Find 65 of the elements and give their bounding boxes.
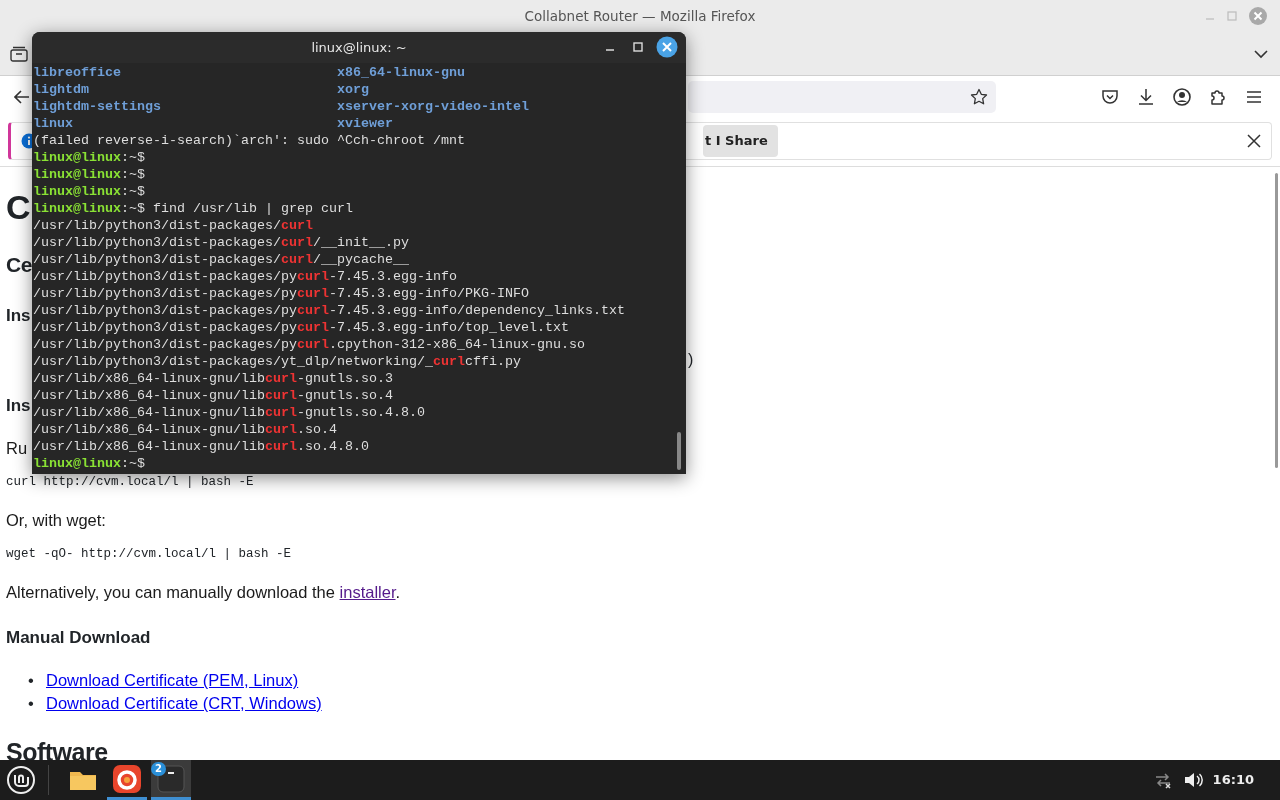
terminal-line: /usr/lib/python3/dist-packages/pycurl.cpython-312-x86_64-linux-gnu.so bbox=[33, 336, 586, 353]
directory-name: xserver-xorg-video-intel bbox=[337, 98, 530, 115]
code-line: curl http://cvm.local/l | bash -E bbox=[6, 475, 254, 489]
terminal-line: linux@linux:~$ bbox=[33, 166, 146, 183]
close-icon[interactable] bbox=[656, 36, 678, 58]
puzzle-icon[interactable] bbox=[1208, 87, 1228, 107]
terminal-line: /usr/lib/x86_64-linux-gnu/libcurl-gnutls.so.3 bbox=[33, 370, 394, 387]
directory-name: x86_64-linux-gnu bbox=[337, 64, 466, 81]
pocket-icon[interactable] bbox=[1100, 87, 1120, 107]
volume-icon[interactable] bbox=[1182, 771, 1203, 789]
menu-logo-icon[interactable] bbox=[6, 765, 36, 795]
terminal-line: /usr/lib/python3/dist-packages/curl/__pycache__ bbox=[33, 251, 410, 268]
download-icon[interactable] bbox=[1136, 87, 1156, 107]
bullet: • bbox=[28, 670, 35, 691]
directory-name: lightdm bbox=[33, 81, 90, 98]
terminal-line: /usr/lib/x86_64-linux-gnu/libcurl.so.4.8.0 bbox=[33, 438, 370, 455]
terminal-line: (failed reverse-i-search)`arch': sudo ^Cch-chroot /mnt bbox=[33, 132, 466, 149]
scrollbar[interactable] bbox=[1275, 173, 1278, 468]
link[interactable]: installer bbox=[339, 583, 396, 601]
directory-name: libreoffice bbox=[33, 64, 122, 81]
browser-icon bbox=[112, 763, 142, 794]
back-icon[interactable] bbox=[14, 90, 30, 104]
terminal-icon bbox=[156, 763, 186, 794]
window-title: linux@linux: ~ bbox=[311, 38, 407, 57]
subsection-heading: Ins bbox=[6, 306, 31, 325]
account-icon[interactable] bbox=[1172, 87, 1192, 107]
terminal-line: /usr/lib/python3/dist-packages/curl/__init__.py bbox=[33, 234, 410, 251]
subsection-heading: Manual Download bbox=[6, 628, 151, 647]
scrollbar[interactable] bbox=[677, 432, 681, 470]
chevron-down-icon[interactable] bbox=[1254, 48, 1268, 59]
link[interactable]: Download Certificate (PEM, Linux) bbox=[46, 671, 299, 689]
terminal-line: linux@linux:~$ bbox=[33, 183, 146, 200]
close-icon[interactable] bbox=[1247, 134, 1261, 148]
directory-name: linux bbox=[33, 115, 74, 132]
star-icon[interactable] bbox=[970, 88, 988, 106]
directory-name: lightdm-settings bbox=[33, 98, 162, 115]
terminal-line: linux@linux:~$ bbox=[33, 149, 146, 166]
terminal-line: /usr/lib/python3/dist-packages/pycurl-7.45.3.egg-info/PKG-INFO bbox=[33, 285, 530, 302]
terminal-line: /usr/lib/python3/dist-packages/pycurl-7.45.3.egg-info/dependency_links.txt bbox=[33, 302, 626, 319]
bullet: • bbox=[28, 693, 35, 714]
count-badge: 2 bbox=[151, 762, 166, 776]
terminal-line: /usr/lib/x86_64-linux-gnu/libcurl-gnutls.so.4.8.0 bbox=[33, 404, 426, 421]
link[interactable]: Download Certificate (CRT, Windows) bbox=[46, 694, 322, 712]
page-heading: C bbox=[6, 188, 31, 226]
terminal-line: linux@linux:~$ find /usr/lib | grep curl bbox=[33, 200, 354, 217]
share-button[interactable]: t I Share bbox=[703, 125, 778, 157]
paragraph: Or, with wget: bbox=[6, 511, 106, 529]
paragraph: Alternatively, you can manually download the bbox=[6, 583, 336, 601]
terminal-line: /usr/lib/x86_64-linux-gnu/libcurl.so.4 bbox=[33, 421, 338, 438]
clock[interactable]: 16:10 bbox=[1212, 770, 1254, 790]
terminal-line: /usr/lib/python3/dist-packages/pycurl-7.45.3.egg-info/top_level.txt bbox=[33, 319, 570, 336]
terminal-line: /usr/lib/python3/dist-packages/pycurl-7.45.3.egg-info bbox=[33, 268, 458, 285]
directory-name: xviewer bbox=[337, 115, 394, 132]
terminal-line: /usr/lib/x86_64-linux-gnu/libcurl-gnutls.so.4 bbox=[33, 387, 394, 404]
code-line: wget -qO- http://cvm.local/l | bash -E bbox=[6, 547, 292, 561]
tab-list-icon[interactable] bbox=[10, 45, 28, 62]
directory-name: xorg bbox=[337, 81, 370, 98]
subsection-heading: Ins bbox=[6, 396, 31, 415]
window-title: Collabnet Router — Mozilla Firefox bbox=[524, 6, 756, 26]
paragraph: ) bbox=[688, 351, 694, 368]
terminal-line: /usr/lib/python3/dist-packages/yt_dlp/networking/_curlcffi.py bbox=[33, 353, 522, 370]
terminal-line: linux@linux:~$ bbox=[33, 455, 146, 472]
paragraph: Ru bbox=[6, 439, 28, 457]
section-heading: Ce bbox=[6, 253, 32, 276]
terminal-line: /usr/lib/python3/dist-packages/curl bbox=[33, 217, 314, 234]
